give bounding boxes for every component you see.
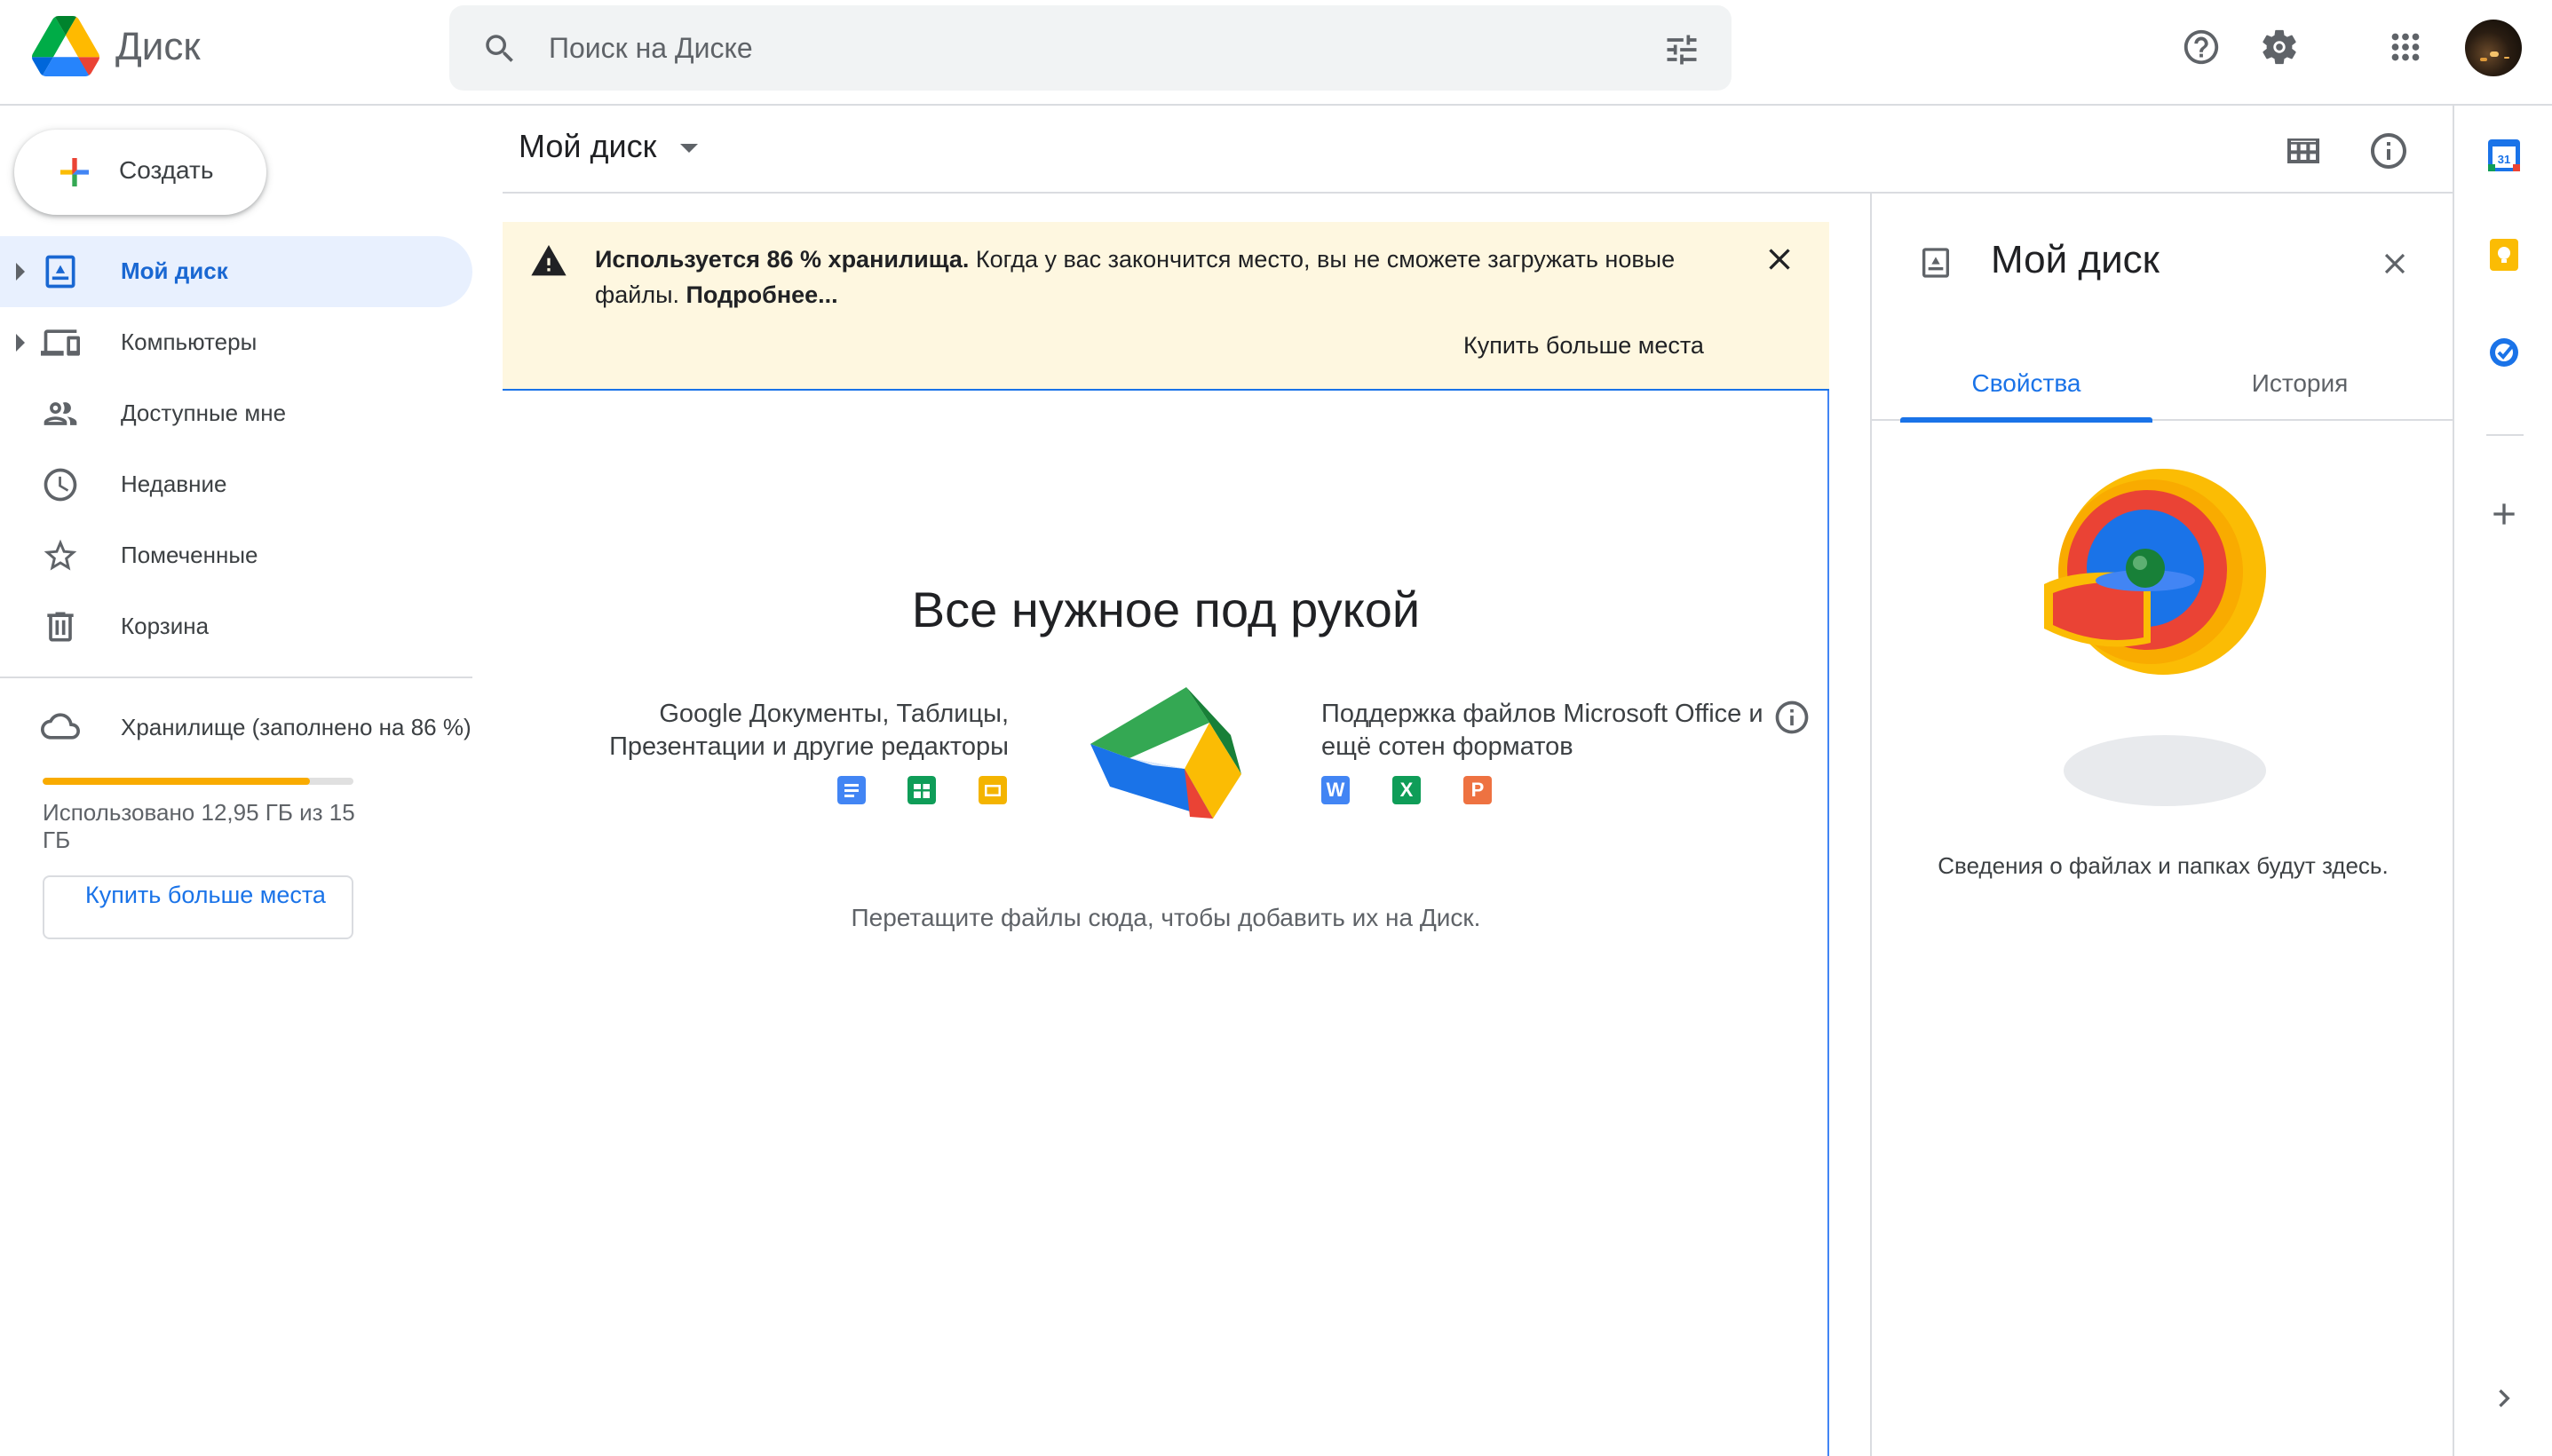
my-drive-icon	[1922, 248, 1949, 278]
side-panel-rail: 31	[2453, 106, 2552, 1456]
page-title[interactable]: Мой диск	[519, 128, 656, 165]
sidebar-item-label: Компьютеры	[121, 328, 258, 355]
details-empty-message: Сведения о файлах и папках будут здесь.	[1938, 852, 2389, 879]
file-drop-area[interactable]: Все нужное под рукой Google Документы, Т…	[503, 391, 1829, 1456]
help-icon[interactable]	[2181, 27, 2222, 67]
sidebar-item-label: Мой диск	[121, 257, 228, 284]
storage-used-text: Использовано 12,95 ГБ из 15 ГБ	[43, 799, 355, 853]
office-support-feature-text: Поддержка файлов Microsoft Office и ещё …	[1321, 700, 1763, 761]
close-icon[interactable]	[1762, 241, 1797, 277]
sidebar-item-storage[interactable]: Хранилище (заполнено на 86 %)	[0, 692, 479, 764]
storage-warning-banner: Используется 86 % хранилища. Когда у вас…	[503, 222, 1829, 391]
sidebar-item-label: Помеченные	[121, 542, 258, 568]
search-icon[interactable]	[481, 30, 519, 67]
sidebar-item-starred[interactable]: Помеченные	[0, 520, 472, 591]
learn-more-link[interactable]: Подробнее...	[686, 281, 837, 308]
sidebar-item-label: Доступные мне	[121, 400, 287, 426]
computers-icon	[41, 329, 80, 356]
search-options-icon[interactable]	[1662, 30, 1701, 69]
storage-label: Хранилище (заполнено на 86 %)	[121, 714, 472, 740]
apps-grid-icon[interactable]	[2385, 27, 2426, 67]
sidebar-item-label: Корзина	[121, 613, 210, 639]
search-input[interactable]	[549, 27, 1614, 69]
warning-icon	[531, 245, 567, 276]
buy-storage-label: Купить больше места	[85, 882, 326, 908]
search-box[interactable]	[449, 5, 1732, 91]
info-icon[interactable]	[2367, 130, 2410, 172]
banner-buy-storage-button[interactable]: Купить больше места	[1463, 332, 1704, 360]
word-icon: W	[1321, 776, 1350, 804]
details-title: Мой диск	[1991, 238, 2160, 281]
expand-caret-icon[interactable]	[16, 334, 25, 352]
chevron-right-icon[interactable]	[2486, 1381, 2522, 1416]
calendar-icon[interactable]: 31	[2486, 138, 2522, 173]
rail-divider	[2486, 434, 2524, 436]
tab-properties[interactable]: Свойства	[1900, 341, 2152, 423]
sidebar-item-shared[interactable]: Доступные мне	[0, 378, 472, 449]
top-bar: Диск	[0, 0, 2552, 106]
excel-icon: X	[1392, 776, 1421, 804]
chevron-down-icon[interactable]	[680, 144, 698, 153]
my-drive-icon	[45, 255, 75, 289]
add-addon-plus-icon[interactable]	[2486, 496, 2522, 532]
powerpoint-icon: P	[1463, 776, 1492, 804]
calendar-day: 31	[2498, 153, 2510, 166]
drive-3d-logo-icon	[1090, 687, 1241, 819]
docs-icon	[837, 776, 866, 804]
sidebar-item-my-drive[interactable]: Мой диск	[0, 236, 472, 307]
grid-view-icon[interactable]	[2282, 130, 2325, 172]
create-label: Создать	[119, 156, 214, 184]
banner-message: Используется 86 % хранилища. Когда у вас…	[595, 241, 1696, 313]
close-icon[interactable]	[2378, 247, 2412, 281]
sidebar-item-recent[interactable]: Недавние	[0, 449, 472, 520]
keep-icon[interactable]	[2486, 237, 2522, 273]
storage-progress-fill	[43, 778, 310, 785]
details-panel: Мой диск Свойства История Сведения о фай…	[1870, 194, 2454, 1456]
drive-logo-icon[interactable]	[32, 16, 99, 76]
sidebar-item-label: Недавние	[121, 471, 227, 497]
shared-people-icon	[44, 402, 77, 425]
sidebar-item-computers[interactable]: Компьютеры	[0, 307, 472, 378]
storage-progress-bar	[43, 778, 353, 785]
app-name: Диск	[115, 25, 201, 68]
editors-feature-text: Google Документы, Таблицы, Презентации и…	[609, 700, 1009, 761]
sidebar-item-trash[interactable]: Корзина	[0, 591, 472, 662]
plus-icon	[60, 158, 89, 186]
buy-storage-button[interactable]: Купить больше места	[43, 875, 353, 939]
info-icon[interactable]	[1772, 698, 1811, 737]
clock-icon	[44, 468, 77, 502]
star-icon	[44, 539, 77, 571]
settings-gear-icon[interactable]	[2259, 27, 2300, 67]
tab-history[interactable]: История	[2174, 341, 2426, 421]
drop-hint-text: Перетащите файлы сюда, чтобы добавить их…	[851, 904, 1481, 931]
create-button[interactable]: Создать	[14, 130, 266, 215]
sidebar-divider	[0, 677, 472, 678]
cloud-icon	[41, 713, 80, 740]
account-avatar[interactable]	[2465, 20, 2522, 76]
details-empty-illustration	[2044, 469, 2266, 806]
empty-state-title: Все нужное под рукой	[911, 582, 1421, 637]
banner-bold-text: Используется 86 % хранилища.	[595, 246, 970, 273]
breadcrumb-bar: Мой диск	[503, 105, 2453, 194]
slides-icon	[979, 776, 1007, 804]
tasks-icon[interactable]	[2486, 335, 2522, 370]
expand-caret-icon[interactable]	[16, 263, 25, 281]
details-tabs: Свойства История	[1872, 341, 2454, 423]
trash-icon	[47, 612, 74, 642]
sheets-icon	[907, 776, 936, 804]
